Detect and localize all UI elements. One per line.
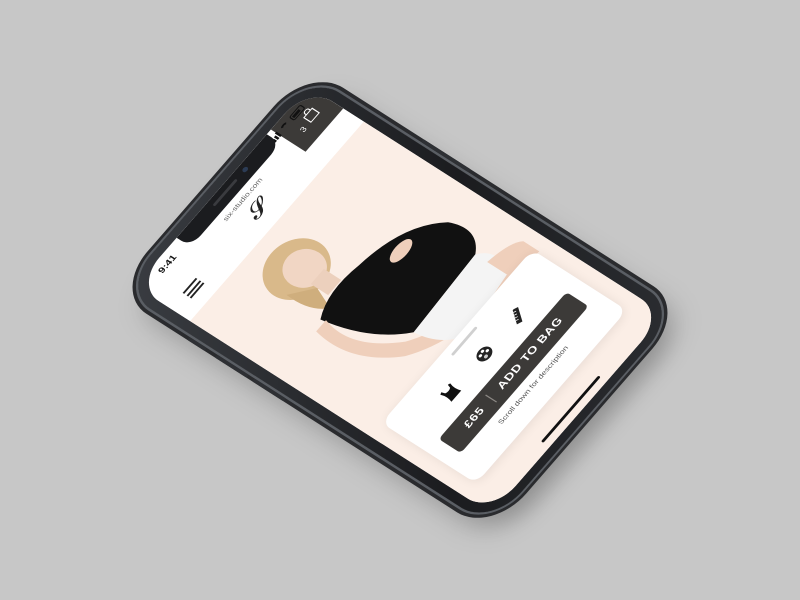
- ruler-icon: [512, 306, 523, 325]
- product-price: £65: [461, 405, 488, 430]
- phone-screen: 9:41 six-studio.com 𝓢 3 £65 ADD TO BAG S…: [134, 86, 666, 514]
- hamburger-menu-icon[interactable]: [182, 277, 205, 299]
- volume-up-button: [214, 354, 249, 378]
- phone-body: 9:41 six-studio.com 𝓢 3 £65 ADD TO BAG S…: [120, 73, 680, 527]
- top-silhouette-icon: [440, 383, 461, 403]
- front-camera: [241, 165, 250, 174]
- color-option-button[interactable]: [467, 338, 502, 370]
- style-option-button[interactable]: [433, 377, 468, 409]
- palette-icon: [476, 346, 493, 362]
- battery-icon: [288, 104, 306, 122]
- size-option-button[interactable]: [501, 299, 536, 331]
- wifi-icon: [278, 120, 292, 133]
- scene: 9:41 six-studio.com 𝓢 3 £65 ADD TO BAG S…: [0, 0, 800, 600]
- volume-down-button: [251, 378, 286, 402]
